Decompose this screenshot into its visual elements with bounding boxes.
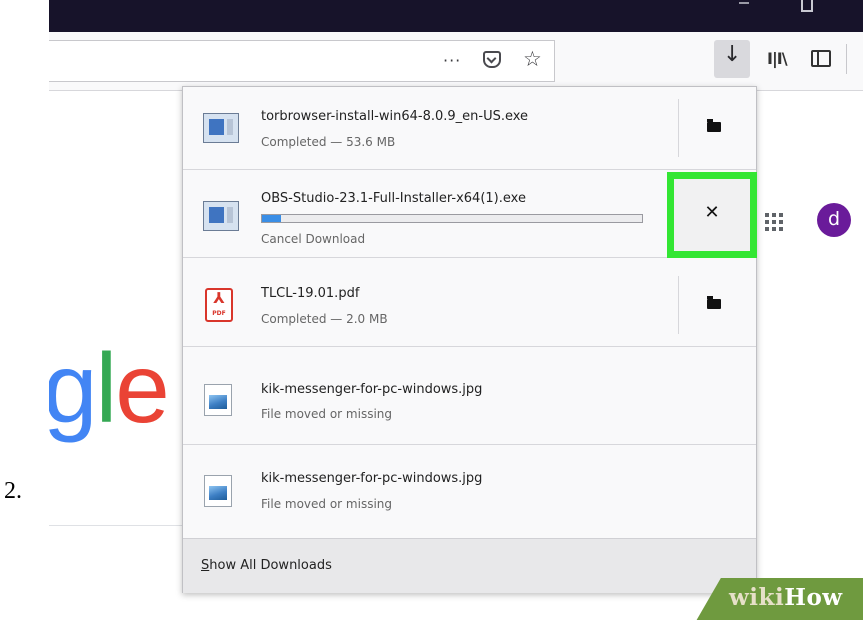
downloads-button[interactable]: ↓ [714,40,750,78]
downloads-panel: torbrowser-install-win64-8.0.9_en-US.exe… [182,86,757,593]
download-filename: TLCL-19.01.pdf [261,286,360,301]
page-actions-icon[interactable]: ··· [443,51,461,70]
sidebar-icon[interactable] [811,50,831,67]
show-all-downloads-button[interactable]: Show All Downloads [183,538,756,593]
exe-file-icon [203,201,239,231]
toolbar-divider [846,44,847,74]
image-file-icon [204,384,232,416]
folder-icon [707,296,721,309]
restore-icon[interactable] [801,0,813,12]
pdf-file-icon: PDF [205,287,233,322]
download-filename: OBS-Studio-23.1-Full-Installer-x64(1).ex… [261,191,526,206]
step-number: 2. [4,478,22,504]
cancel-download-button[interactable]: ✕ [667,172,757,258]
download-item[interactable]: kik-messenger-for-pc-windows.jpg File mo… [183,445,756,537]
navigation-toolbar: ··· ☆ ↓ I|I\ [49,32,863,91]
download-item[interactable]: torbrowser-install-win64-8.0.9_en-US.exe… [183,87,756,170]
download-status: Cancel Download [261,232,366,246]
minimize-icon[interactable] [739,2,749,4]
image-file-icon [204,475,232,507]
wikihow-watermark: wikiHow [729,584,843,611]
folder-icon [707,119,721,132]
exe-file-icon [203,113,239,143]
download-item[interactable]: PDF TLCL-19.01.pdf Completed — 2.0 MB [183,264,756,347]
progress-fill [262,215,281,222]
open-folder-button[interactable] [679,264,755,346]
browser-screenshot: ··· ☆ ↓ I|I\ gle d torbrowser-install-wi… [49,0,863,620]
download-item-in-progress[interactable]: OBS-Studio-23.1-Full-Installer-x64(1).ex… [183,172,757,258]
close-icon: ✕ [704,202,720,223]
search-box-edge [49,525,189,526]
download-arrow-icon: ↓ [723,42,742,67]
library-icon[interactable]: I|I\ [767,49,788,68]
bookmark-star-icon[interactable]: ☆ [523,47,542,71]
download-status: File moved or missing [261,497,393,511]
download-filename: torbrowser-install-win64-8.0.9_en-US.exe [261,109,529,124]
title-bar [49,0,863,32]
open-folder-button[interactable] [679,87,755,169]
url-bar[interactable]: ··· ☆ [49,40,555,82]
download-progress-bar [261,214,643,223]
google-apps-icon[interactable] [765,213,783,231]
download-status: Completed — 53.6 MB [261,135,396,149]
download-filename: kik-messenger-for-pc-windows.jpg [261,471,483,486]
download-status: Completed — 2.0 MB [261,312,388,326]
pocket-icon[interactable] [483,51,501,68]
google-logo: gle [49,333,170,443]
download-item[interactable]: kik-messenger-for-pc-windows.jpg File mo… [183,354,756,445]
account-avatar[interactable]: d [817,203,851,237]
show-all-label: Show All Downloads [201,558,332,573]
download-status: File moved or missing [261,407,393,421]
download-filename: kik-messenger-for-pc-windows.jpg [261,382,483,397]
